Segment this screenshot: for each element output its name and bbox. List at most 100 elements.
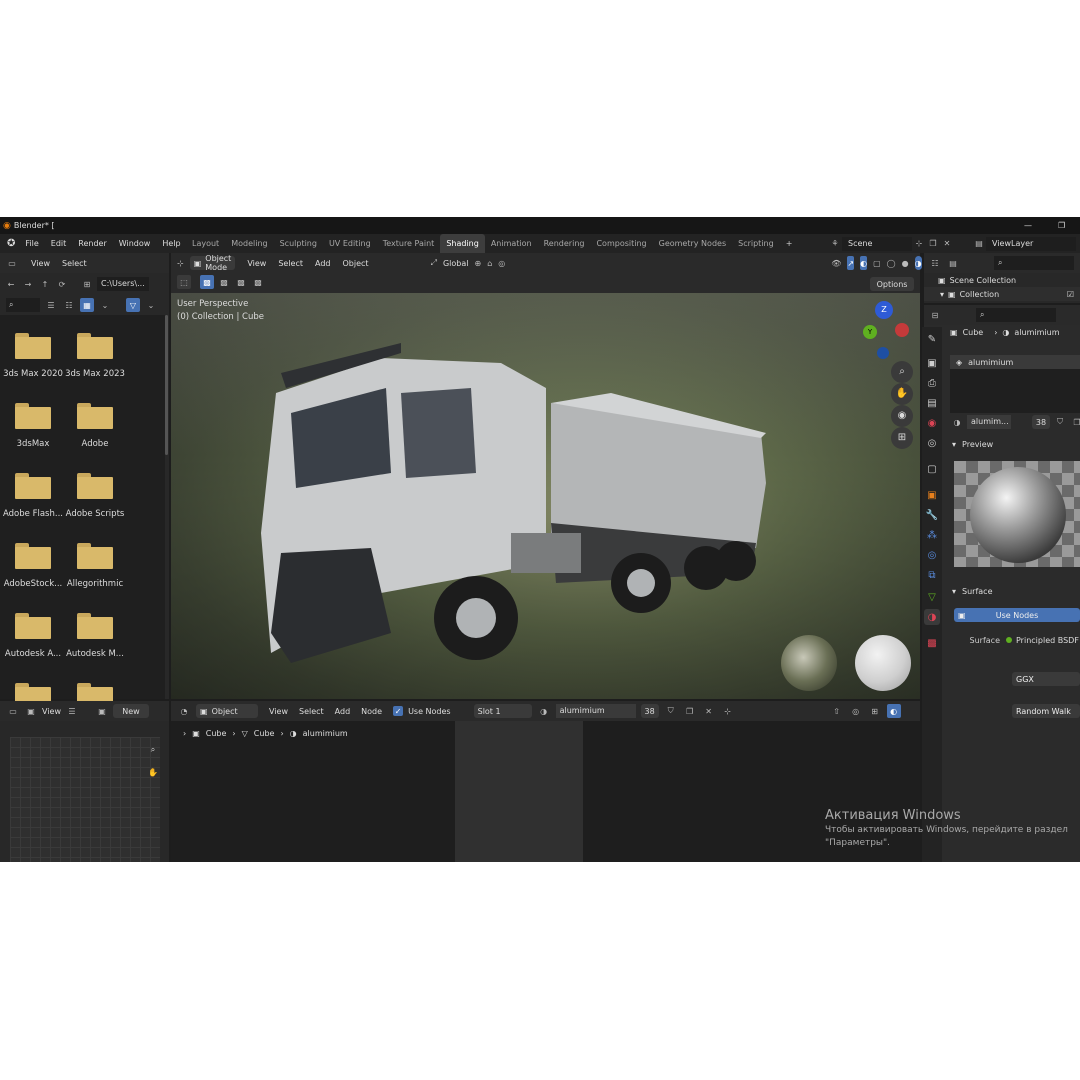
orientation-dropdown[interactable]: Global xyxy=(443,259,469,268)
tool-tab-icon[interactable]: ✎ xyxy=(924,331,940,347)
path-field[interactable]: C:\Users\... xyxy=(97,277,149,291)
tab-layout[interactable]: Layout xyxy=(186,234,225,253)
tab-animation[interactable]: Animation xyxy=(485,234,538,253)
gizmo-neg-z[interactable] xyxy=(877,347,889,359)
fake-user-icon[interactable]: ⛉ xyxy=(664,704,678,718)
output-tab-icon[interactable]: ⎙ xyxy=(924,375,940,391)
use-nodes-button[interactable]: ▣ Use Nodes xyxy=(954,608,1080,622)
minimize-button[interactable]: — xyxy=(1024,221,1032,230)
vp-menu-add[interactable]: Add xyxy=(315,259,331,268)
visibility-icon[interactable]: 👁 xyxy=(831,256,841,270)
select-subtract-icon[interactable]: ▩ xyxy=(234,275,248,289)
ne-menu-view[interactable]: View xyxy=(269,707,288,716)
editor-type-icon[interactable]: ☷ xyxy=(928,256,942,270)
pan-hand-icon[interactable]: ✋ xyxy=(891,383,913,405)
folder-item[interactable]: Autodesk M... xyxy=(64,613,126,659)
editor-type-icon[interactable]: ▭ xyxy=(6,704,20,718)
menu-lines-icon[interactable]: ☰ xyxy=(65,704,79,718)
material-slot-row[interactable]: ◈ alumimium xyxy=(950,355,1080,369)
fb-menu-view[interactable]: View xyxy=(31,259,50,268)
constraints-tab-icon[interactable]: ⧉ xyxy=(924,567,940,583)
duplicate-icon[interactable]: ❐ xyxy=(1070,415,1080,429)
menu-file[interactable]: File xyxy=(19,239,44,248)
parent-node-icon[interactable]: ⇧ xyxy=(830,704,844,718)
maximize-button[interactable]: ❐ xyxy=(1058,221,1065,230)
file-scrollbar[interactable] xyxy=(165,315,168,455)
tab-compositing[interactable]: Compositing xyxy=(590,234,652,253)
surface-shader-field[interactable]: Principled BSDF xyxy=(1016,636,1079,645)
select-extend-icon[interactable]: ▩ xyxy=(217,275,231,289)
editor-type-icon[interactable]: ⊹ xyxy=(177,256,184,270)
menu-edit[interactable]: Edit xyxy=(45,239,73,248)
vp-menu-select[interactable]: Select xyxy=(278,259,303,268)
fake-user-icon[interactable]: ⛉ xyxy=(1053,415,1067,429)
users-count[interactable]: 38 xyxy=(1032,415,1050,429)
tab-modeling[interactable]: Modeling xyxy=(225,234,273,253)
overlay-toggle-icon[interactable]: ◐ xyxy=(886,704,901,718)
tab-uv-editing[interactable]: UV Editing xyxy=(323,234,377,253)
options-dropdown[interactable]: Options xyxy=(870,277,914,291)
pin-icon[interactable]: ⊹ xyxy=(912,237,926,251)
properties-search[interactable]: ⌕ xyxy=(976,308,1056,322)
data-tab-icon[interactable]: ▽ xyxy=(924,589,940,605)
breadcrumb-object[interactable]: Cube xyxy=(206,729,227,738)
copy-icon[interactable]: ❐ xyxy=(926,237,940,251)
search-input[interactable]: ⌕ xyxy=(6,298,40,312)
folder-item[interactable]: 3ds Max 2023 xyxy=(64,333,126,379)
folder-item[interactable]: 3dsMax xyxy=(2,403,64,449)
pan-hand-icon[interactable]: ✋ xyxy=(146,765,160,779)
image-canvas[interactable] xyxy=(10,737,160,862)
tab-texture-paint[interactable]: Texture Paint xyxy=(377,234,441,253)
snap-mode-icon[interactable]: ⊞ xyxy=(868,704,882,718)
texture-tab-icon[interactable]: ▩ xyxy=(924,635,940,651)
menu-help[interactable]: Help xyxy=(156,239,186,248)
thumbnail-view-icon[interactable]: ▦ xyxy=(80,298,94,312)
zoom-icon[interactable]: ⌕ xyxy=(891,361,913,383)
solid-shading-icon[interactable]: ● xyxy=(902,256,909,270)
scene-name-field[interactable]: Scene xyxy=(842,236,912,251)
chevron-down-icon[interactable]: ⌄ xyxy=(98,298,112,312)
folder-item[interactable]: Adobe Flash... xyxy=(2,473,64,519)
editor-type-icon[interactable]: ▭ xyxy=(5,256,19,270)
blender-menu-icon[interactable]: ✪ xyxy=(7,238,15,249)
editor-type-icon[interactable]: ⊟ xyxy=(928,308,942,322)
ne-menu-add[interactable]: Add xyxy=(335,707,351,716)
diffuse-preview-sphere[interactable] xyxy=(855,635,911,691)
xray-icon[interactable]: ▢ xyxy=(873,256,881,270)
snap-icon[interactable]: ⌂ xyxy=(487,256,492,270)
editor-type-icon[interactable]: ◔ xyxy=(177,704,191,718)
vp-menu-view[interactable]: View xyxy=(247,259,266,268)
folder-item[interactable]: Allegorithmic xyxy=(64,543,126,589)
menu-render[interactable]: Render xyxy=(72,239,112,248)
columns-view-icon[interactable]: ☷ xyxy=(62,298,76,312)
image-icon[interactable]: ▣ xyxy=(24,704,38,718)
viewport-canvas[interactable]: User Perspective (0) Collection | Cube Z… xyxy=(171,293,920,699)
collection-tab-icon[interactable]: ▢ xyxy=(924,461,940,477)
principled-bsdf-node[interactable] xyxy=(455,721,583,862)
gizmo-x-axis[interactable] xyxy=(895,323,909,337)
pivot-icon[interactable]: ⊕ xyxy=(475,256,482,270)
ie-menu-view[interactable]: View xyxy=(42,707,61,716)
back-icon[interactable]: ← xyxy=(4,277,18,291)
overlay-toggle-icon[interactable]: ◐ xyxy=(860,256,868,270)
breadcrumb-material[interactable]: alumimium xyxy=(303,729,348,738)
select-new-icon[interactable]: ▩ xyxy=(200,275,214,289)
users-count[interactable]: 38 xyxy=(640,704,659,718)
hdri-preview-sphere[interactable] xyxy=(781,635,837,691)
material-field[interactable]: alumim... xyxy=(967,415,1011,429)
use-nodes-checkbox[interactable]: ✓ xyxy=(393,706,404,716)
new-image-button[interactable]: New xyxy=(112,704,149,718)
object-tab-icon[interactable]: ▣ xyxy=(924,487,940,503)
ne-menu-select[interactable]: Select xyxy=(299,707,324,716)
forward-icon[interactable]: → xyxy=(21,277,35,291)
truck-model[interactable] xyxy=(251,333,771,663)
proportional-edit-icon[interactable]: ◎ xyxy=(498,256,505,270)
list-view-icon[interactable]: ☰ xyxy=(44,298,58,312)
grid-icon[interactable]: ⊞ xyxy=(891,427,913,449)
material-tab-icon[interactable]: ◑ xyxy=(924,609,940,625)
scene-collection-row[interactable]: ▣ Scene Collection xyxy=(924,273,1080,287)
gizmo-y-axis[interactable]: Y xyxy=(863,325,877,339)
menu-window[interactable]: Window xyxy=(113,239,157,248)
tab-scripting[interactable]: Scripting xyxy=(732,234,780,253)
filter-chevron-icon[interactable]: ⌄ xyxy=(144,298,158,312)
